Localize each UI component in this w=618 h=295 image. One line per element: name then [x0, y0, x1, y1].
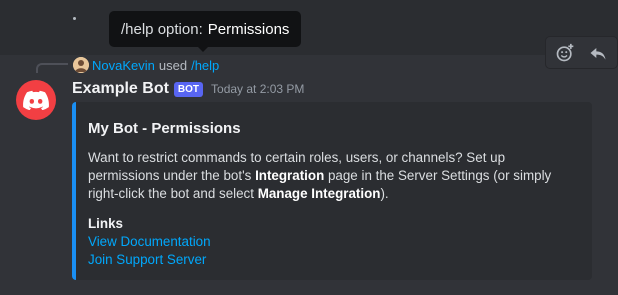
discord-logo-icon	[23, 90, 49, 110]
command-reply-line: NovaKevin used /help	[73, 56, 219, 74]
message-actions-bar	[545, 36, 618, 69]
bot-badge: BOT	[173, 81, 204, 97]
tooltip-prefix: /help option:	[121, 20, 203, 38]
reply-username[interactable]: NovaKevin	[92, 58, 155, 73]
bot-username[interactable]: Example Bot	[72, 80, 169, 98]
ellipsis-dot	[73, 17, 76, 20]
embed-description-bold: Manage Integration	[257, 186, 381, 201]
view-documentation-link[interactable]: View Documentation	[88, 233, 580, 251]
tooltip-value: Permissions	[207, 20, 290, 38]
message-timestamp: Today at 2:03 PM	[211, 82, 305, 96]
embed-title: My Bot - Permissions	[88, 120, 241, 137]
embed-description-text: ).	[380, 186, 389, 201]
reply-connector	[36, 63, 68, 73]
message-embed: My Bot - Permissions Want to restrict co…	[72, 102, 592, 280]
add-reaction-icon[interactable]	[552, 40, 578, 66]
reply-icon[interactable]	[585, 40, 611, 66]
bot-avatar[interactable]	[16, 80, 56, 120]
embed-description: Want to restrict commands to certain rol…	[88, 149, 580, 203]
tooltip-arrow	[198, 47, 208, 52]
previous-message-area	[0, 0, 618, 55]
user-avatar[interactable]	[73, 57, 89, 73]
embed-field-name: Links	[88, 216, 123, 231]
reply-used-text: used	[158, 57, 188, 73]
command-option-tooltip: /help option: Permissions	[109, 11, 301, 52]
join-support-server-link[interactable]: Join Support Server	[88, 251, 580, 269]
message-header: Example Bot BOT Today at 2:03 PM	[72, 78, 304, 100]
embed-description-bold: Integration	[255, 168, 325, 183]
reply-command[interactable]: /help	[191, 58, 219, 73]
